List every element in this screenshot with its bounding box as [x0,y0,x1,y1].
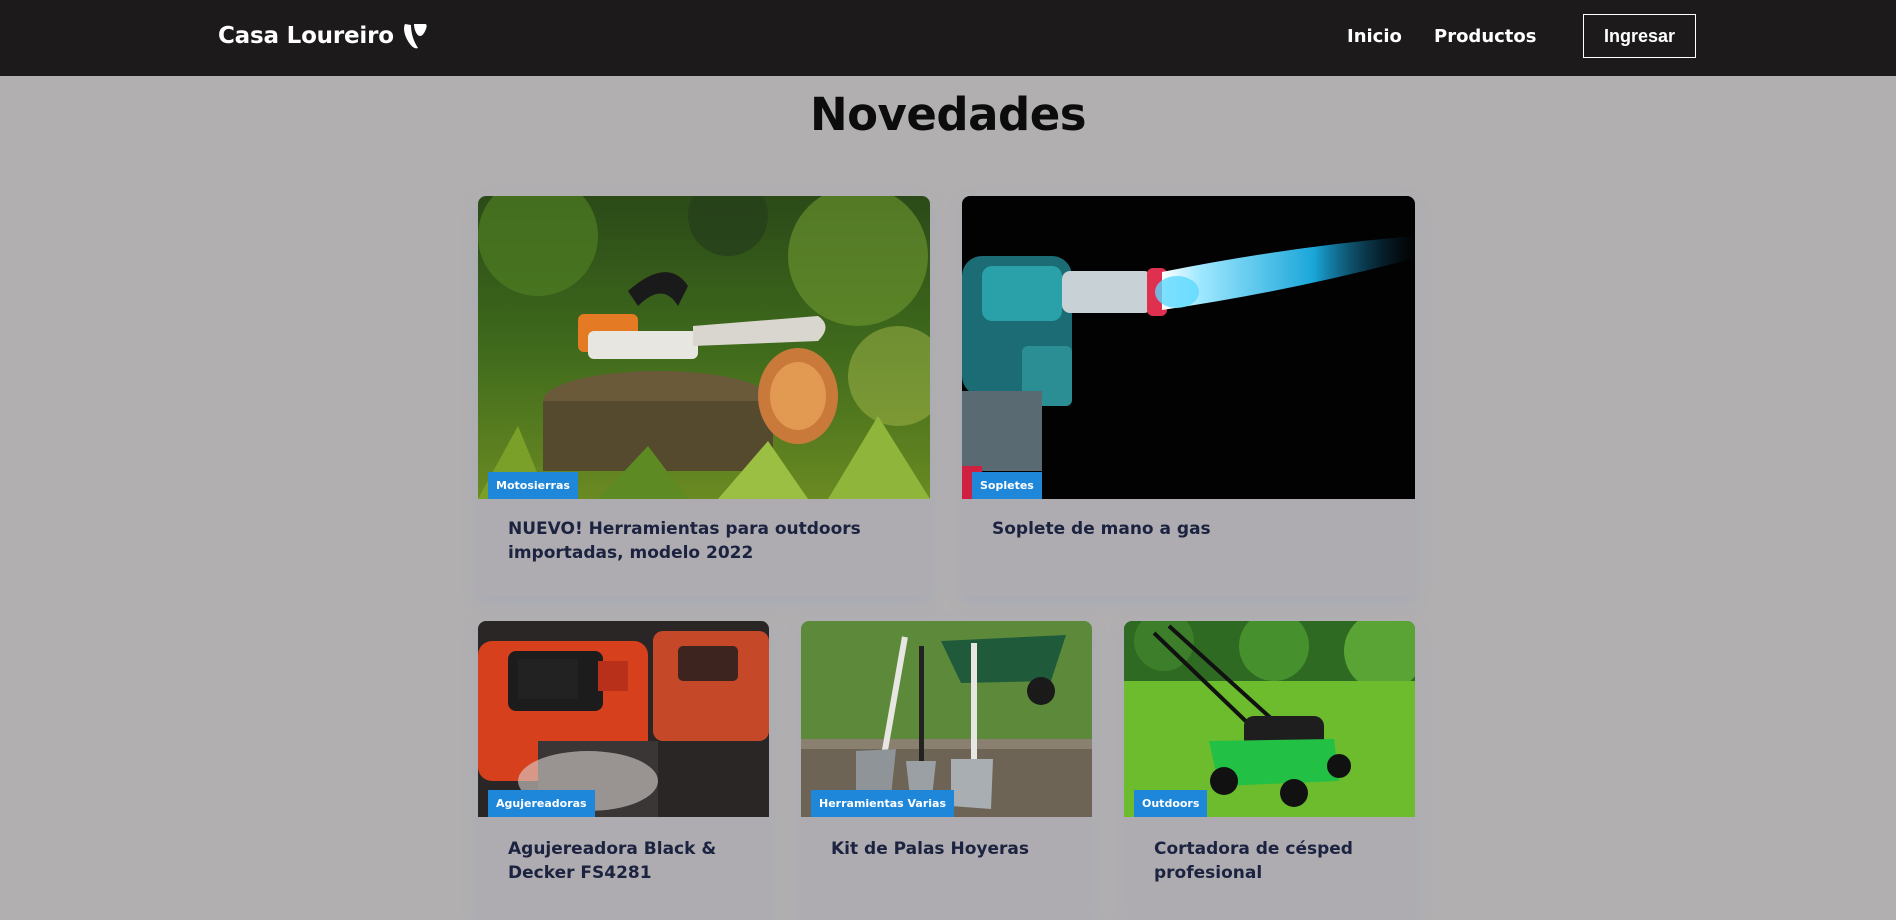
card-title[interactable]: Agujereadora Black & Decker FS4281 [508,837,745,885]
page-title: Novedades [809,88,1087,141]
news-card[interactable]: Agujereadoras Agujereadora Black & Decke… [478,621,769,920]
news-card[interactable]: Motosierras NUEVO! Herramientas para out… [478,196,930,596]
card-image-drills: Agujereadoras [478,621,769,817]
card-image-torch: Sopletes [962,196,1415,499]
nav-link-inicio[interactable]: Inicio [1347,26,1402,47]
brand-name: Casa Loureiro [218,23,394,49]
card-image-chainsaw: Motosierras [478,196,930,499]
card-title[interactable]: Soplete de mano a gas [992,517,1391,541]
top-navbar: Casa Loureiro Inicio Productos Ingresar [0,0,1896,76]
typo3-logo-icon [402,22,428,50]
news-card[interactable]: Outdoors Cortadora de césped profesional [1124,621,1415,920]
card-title[interactable]: Cortadora de césped profesional [1154,837,1391,885]
card-image-lawn-mower: Outdoors [1124,621,1415,817]
category-badge[interactable]: Outdoors [1134,790,1208,817]
news-card[interactable]: Sopletes Soplete de mano a gas [962,196,1415,596]
category-badge[interactable]: Sopletes [972,472,1042,499]
card-title[interactable]: NUEVO! Herramientas para outdoors import… [508,517,906,565]
login-button[interactable]: Ingresar [1583,14,1696,58]
category-badge[interactable]: Agujereadoras [488,790,595,817]
nav-link-productos[interactable]: Productos [1434,26,1537,47]
card-image-shovels: Herramientas Varias [801,621,1092,817]
card-title[interactable]: Kit de Palas Hoyeras [831,837,1068,861]
news-card[interactable]: Herramientas Varias Kit de Palas Hoyeras [801,621,1092,920]
category-badge[interactable]: Herramientas Varias [811,790,955,817]
brand-link[interactable]: Casa Loureiro [218,22,428,50]
category-badge[interactable]: Motosierras [488,472,578,499]
